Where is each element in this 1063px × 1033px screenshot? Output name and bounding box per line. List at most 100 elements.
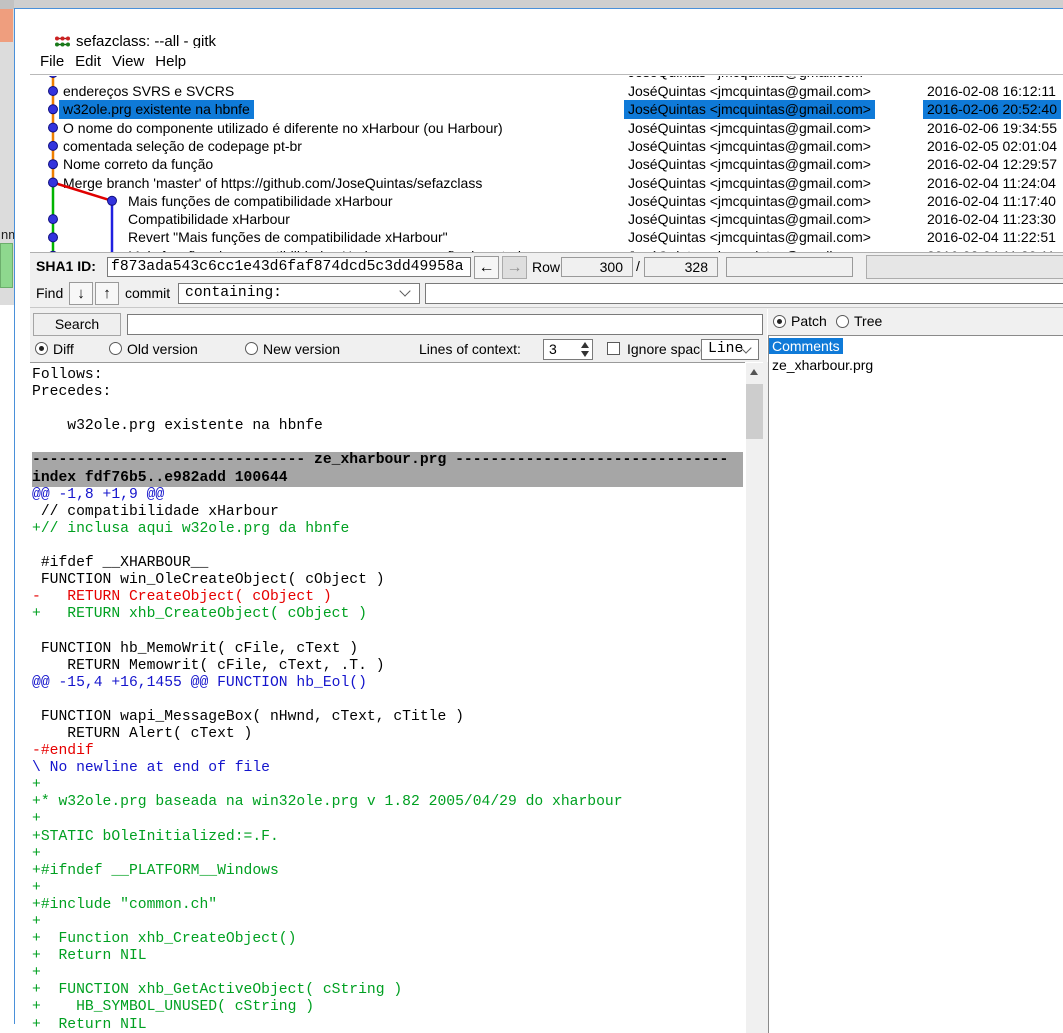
commit-row[interactable]: Merge branch 'master' of https://github.… xyxy=(30,174,1063,192)
spinner-down-icon[interactable] xyxy=(581,351,589,357)
menu-view[interactable]: View xyxy=(112,53,144,70)
find-match-dropdown[interactable]: containing: xyxy=(178,283,420,304)
desktop-fragment xyxy=(0,0,14,9)
commit-date: 2016-02-08 16:12:11 xyxy=(927,82,1056,100)
commit-row[interactable]: Revert "Mais funções de compatibilidade … xyxy=(30,228,1063,246)
commit-row[interactable]: w32ole.prg existente na hbnfeJoséQuintas… xyxy=(30,100,1063,118)
diff-line: + FUNCTION xhb_GetActiveObject( cString … xyxy=(32,982,743,999)
old-version-label: Old version xyxy=(127,341,198,357)
find-input[interactable] xyxy=(425,283,1063,304)
commit-date: 2016-02-04 11:24:04 xyxy=(927,174,1056,192)
diff-line xyxy=(32,435,743,452)
commit-author: JoséQuintas <jmcquintas@gmail.com> xyxy=(624,100,875,118)
commit-author: JoséQuintas <jmcquintas@gmail.com> xyxy=(628,119,871,137)
diff-line: @@ -1,8 +1,9 @@ xyxy=(32,487,743,504)
find-match-value: containing: xyxy=(185,285,282,301)
background-button-fragment xyxy=(0,243,13,288)
diff-line: #ifdef __XHARBOUR__ xyxy=(32,555,743,572)
find-type-label[interactable]: commit xyxy=(125,285,170,301)
commit-row[interactable]: O nome do componente utilizado é diferen… xyxy=(30,119,1063,137)
find-prev-button[interactable]: ↑ xyxy=(95,282,119,305)
diff-line: + xyxy=(32,777,743,794)
diff-line xyxy=(32,538,743,555)
diff-radio[interactable] xyxy=(35,342,48,355)
desktop-fragment xyxy=(0,305,14,1024)
commit-date: 2016-02-05 02:01:04 xyxy=(927,137,1057,155)
diff-pane[interactable]: Follows:Precedes: w32ole.prg existente n… xyxy=(30,362,745,1033)
background-window-fragment xyxy=(0,9,13,42)
line-diff-dropdown[interactable]: Line xyxy=(701,339,759,360)
ignore-space-checkbox[interactable] xyxy=(607,342,620,355)
diff-line: w32ole.prg existente na hbnfe xyxy=(32,418,743,435)
desktop-strip-left: nm xyxy=(0,0,14,1024)
clipped-panel xyxy=(866,255,1063,279)
scrollbar-up-icon[interactable] xyxy=(746,363,763,380)
commit-row[interactable]: comentada seleção de codepage pt-brJoséQ… xyxy=(30,137,1063,155)
diff-line: // compatibilidade xHarbour xyxy=(32,504,743,521)
commit-date: 2016-02-04 11:23:30 xyxy=(927,210,1056,228)
file-item[interactable]: ze_xharbour.prg xyxy=(769,356,1063,374)
line-diff-value: Line xyxy=(708,341,743,357)
diff-line: + Return NIL xyxy=(32,948,743,965)
commit-list[interactable]: JoséQuintas <jmcquintas@gmail.com> ender… xyxy=(30,76,1063,252)
tree-radio[interactable] xyxy=(836,315,849,328)
diff-line: - RETURN CreateObject( cObject ) xyxy=(32,589,743,606)
commit-subject: Mais funções de compatibilidade xHarbour xyxy=(128,192,393,210)
context-value: 3 xyxy=(549,341,557,357)
commit-date: 2016-02-04 12:29:57 xyxy=(927,155,1057,173)
commit-author: JoséQuintas <jmcquintas@gmail.com> xyxy=(628,174,871,192)
diff-line xyxy=(32,692,743,709)
gitk-app-icon xyxy=(54,35,71,49)
sha1-input[interactable] xyxy=(107,257,471,277)
diff-line: + xyxy=(32,880,743,897)
diff-line: FUNCTION win_OleCreateObject( cObject ) xyxy=(32,572,743,589)
find-next-button[interactable]: ↓ xyxy=(69,282,93,305)
file-list-pane[interactable]: Commentsze_xharbour.prg xyxy=(768,335,1063,1033)
commit-author: JoséQuintas <jmcquintas@gmail.com> xyxy=(628,228,871,246)
diff-line: + xyxy=(32,914,743,931)
sha1-bar: SHA1 ID: ← → Row 300 / 328 xyxy=(30,252,1063,279)
commit-author: JoséQuintas <jmcquintas@gmail.com> xyxy=(628,82,871,100)
diff-line: +STATIC bOleInitialized:=.F. xyxy=(32,829,743,846)
patch-radio[interactable] xyxy=(773,315,786,328)
diff-line: +// inclusa aqui w32ole.prg da hbnfe xyxy=(32,521,743,538)
diff-line: + Function xhb_CreateObject() xyxy=(32,931,743,948)
commit-subject: Nome correto da função xyxy=(63,155,213,173)
commit-subject: endereços SVRS e SVCRS xyxy=(63,82,234,100)
file-item[interactable]: Comments xyxy=(769,337,1063,355)
search-input[interactable] xyxy=(127,314,763,335)
back-button[interactable]: ← xyxy=(474,256,499,279)
diff-line: FUNCTION wapi_MessageBox( nHwnd, cText, … xyxy=(32,709,743,726)
menu-file[interactable]: File xyxy=(40,53,64,70)
scrollbar-thumb[interactable] xyxy=(746,384,763,439)
commit-row[interactable]: endereços SVRS e SVCRS JoséQuintas <jmcqu… xyxy=(30,82,1063,100)
commit-rows: JoséQuintas <jmcquintas@gmail.com> ender… xyxy=(30,76,1063,252)
title-bar[interactable]: sefazclass: --all - gitk xyxy=(30,18,1063,48)
diff-line: +* w32ole.prg baseada na win32ole.prg v … xyxy=(32,794,743,811)
context-spinner[interactable]: 3 xyxy=(543,339,593,360)
commit-date: 2016-02-04 11:17:40 xyxy=(927,192,1056,210)
commit-author: JoséQuintas <jmcquintas@gmail.com> xyxy=(628,210,871,228)
row-extra-field xyxy=(726,257,853,277)
commit-row[interactable]: Compatibilidade xHarbourJoséQuintas <jmc… xyxy=(30,210,1063,228)
diff-line: index fdf76b5..e982add 100644 xyxy=(32,470,743,487)
diff-line: + xyxy=(32,811,743,828)
chevron-down-icon xyxy=(399,285,410,296)
old-version-radio[interactable] xyxy=(109,342,122,355)
tree-radio-label: Tree xyxy=(854,313,882,329)
menu-bar: File Edit View Help xyxy=(30,48,1063,75)
forward-button[interactable]: → xyxy=(502,256,527,279)
new-version-radio[interactable] xyxy=(245,342,258,355)
spinner-up-icon[interactable] xyxy=(581,342,589,348)
menu-edit[interactable]: Edit xyxy=(75,53,101,70)
diff-line: +#ifndef __PLATFORM__Windows xyxy=(32,863,743,880)
diff-scrollbar[interactable] xyxy=(746,363,763,1033)
search-button[interactable]: Search xyxy=(33,313,121,336)
commit-subject: Merge branch 'master' of https://github.… xyxy=(63,174,482,192)
new-version-label: New version xyxy=(263,341,340,357)
commit-row[interactable]: Mais funções de compatibilidade xHarbour… xyxy=(30,192,1063,210)
diff-radio-label: Diff xyxy=(53,341,74,357)
patch-radio-label: Patch xyxy=(791,313,827,329)
commit-row[interactable]: Nome correto da funçãoJoséQuintas <jmcqu… xyxy=(30,155,1063,173)
menu-help[interactable]: Help xyxy=(155,53,186,70)
